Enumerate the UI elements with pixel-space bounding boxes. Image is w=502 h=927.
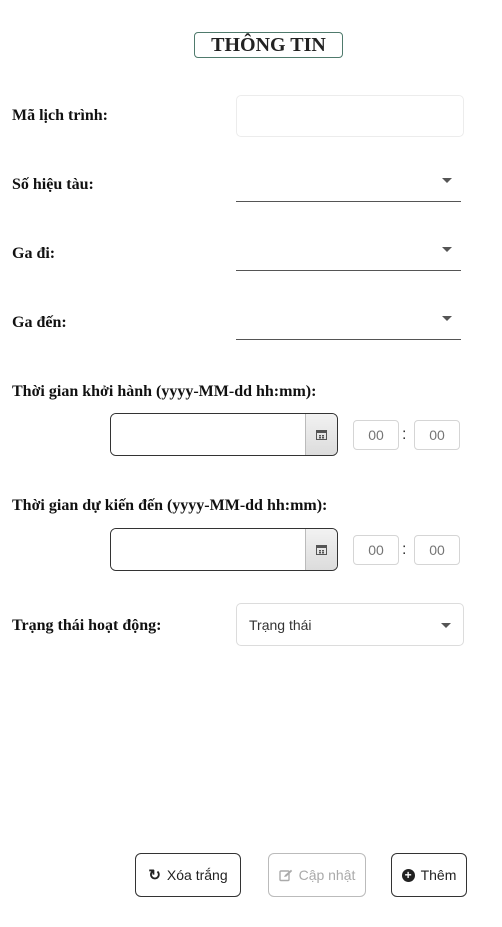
time-separator: : [402,541,407,558]
arrival-minute-input[interactable] [414,535,460,565]
departure-hour-input[interactable] [353,420,399,450]
chevron-down-icon [442,178,452,183]
form-title: THÔNG TIN [194,32,343,58]
clear-button-label: Xóa trắng [166,867,228,883]
chevron-down-icon [442,316,452,321]
status-label: Trạng thái hoạt động: [12,617,162,634]
route-code-label: Mã lịch trình: [12,107,108,124]
arrival-station-label: Ga đến: [12,314,67,331]
departure-calendar-button[interactable] [305,414,337,455]
status-select[interactable]: Trạng thái [236,603,464,646]
time-separator: : [402,426,407,443]
add-button[interactable]: + Thêm [391,853,467,897]
plus-circle-icon: + [401,868,415,882]
arrival-time-label: Thời gian dự kiến đến (yyyy-MM-dd hh:mm)… [12,497,328,514]
chevron-down-icon [441,623,451,628]
train-number-label: Số hiệu tàu: [12,176,94,193]
departure-station-label: Ga đi: [12,245,56,262]
refresh-icon: ↻ [148,867,161,884]
departure-time-label: Thời gian khởi hành (yyyy-MM-dd hh:mm): [12,383,317,400]
arrival-calendar-button[interactable] [305,529,337,570]
update-button-label: Cập nhật [298,867,356,883]
arrival-date-picker [110,528,338,571]
update-button[interactable]: Cập nhật [268,853,366,897]
calendar-icon [316,544,327,555]
route-code-input[interactable] [236,95,464,137]
calendar-icon [316,429,327,440]
edit-icon [278,869,293,882]
chevron-down-icon [442,247,452,252]
clear-button[interactable]: ↻ Xóa trắng [135,853,241,897]
train-number-select[interactable] [236,164,461,202]
arrival-station-select[interactable] [236,302,461,340]
departure-date-picker [110,413,338,456]
departure-date-input[interactable] [111,414,305,455]
add-button-label: Thêm [420,867,457,883]
departure-minute-input[interactable] [414,420,460,450]
status-selected-value: Trạng thái [249,617,312,633]
arrival-hour-input[interactable] [353,535,399,565]
arrival-date-input[interactable] [111,529,305,570]
departure-station-select[interactable] [236,233,461,271]
